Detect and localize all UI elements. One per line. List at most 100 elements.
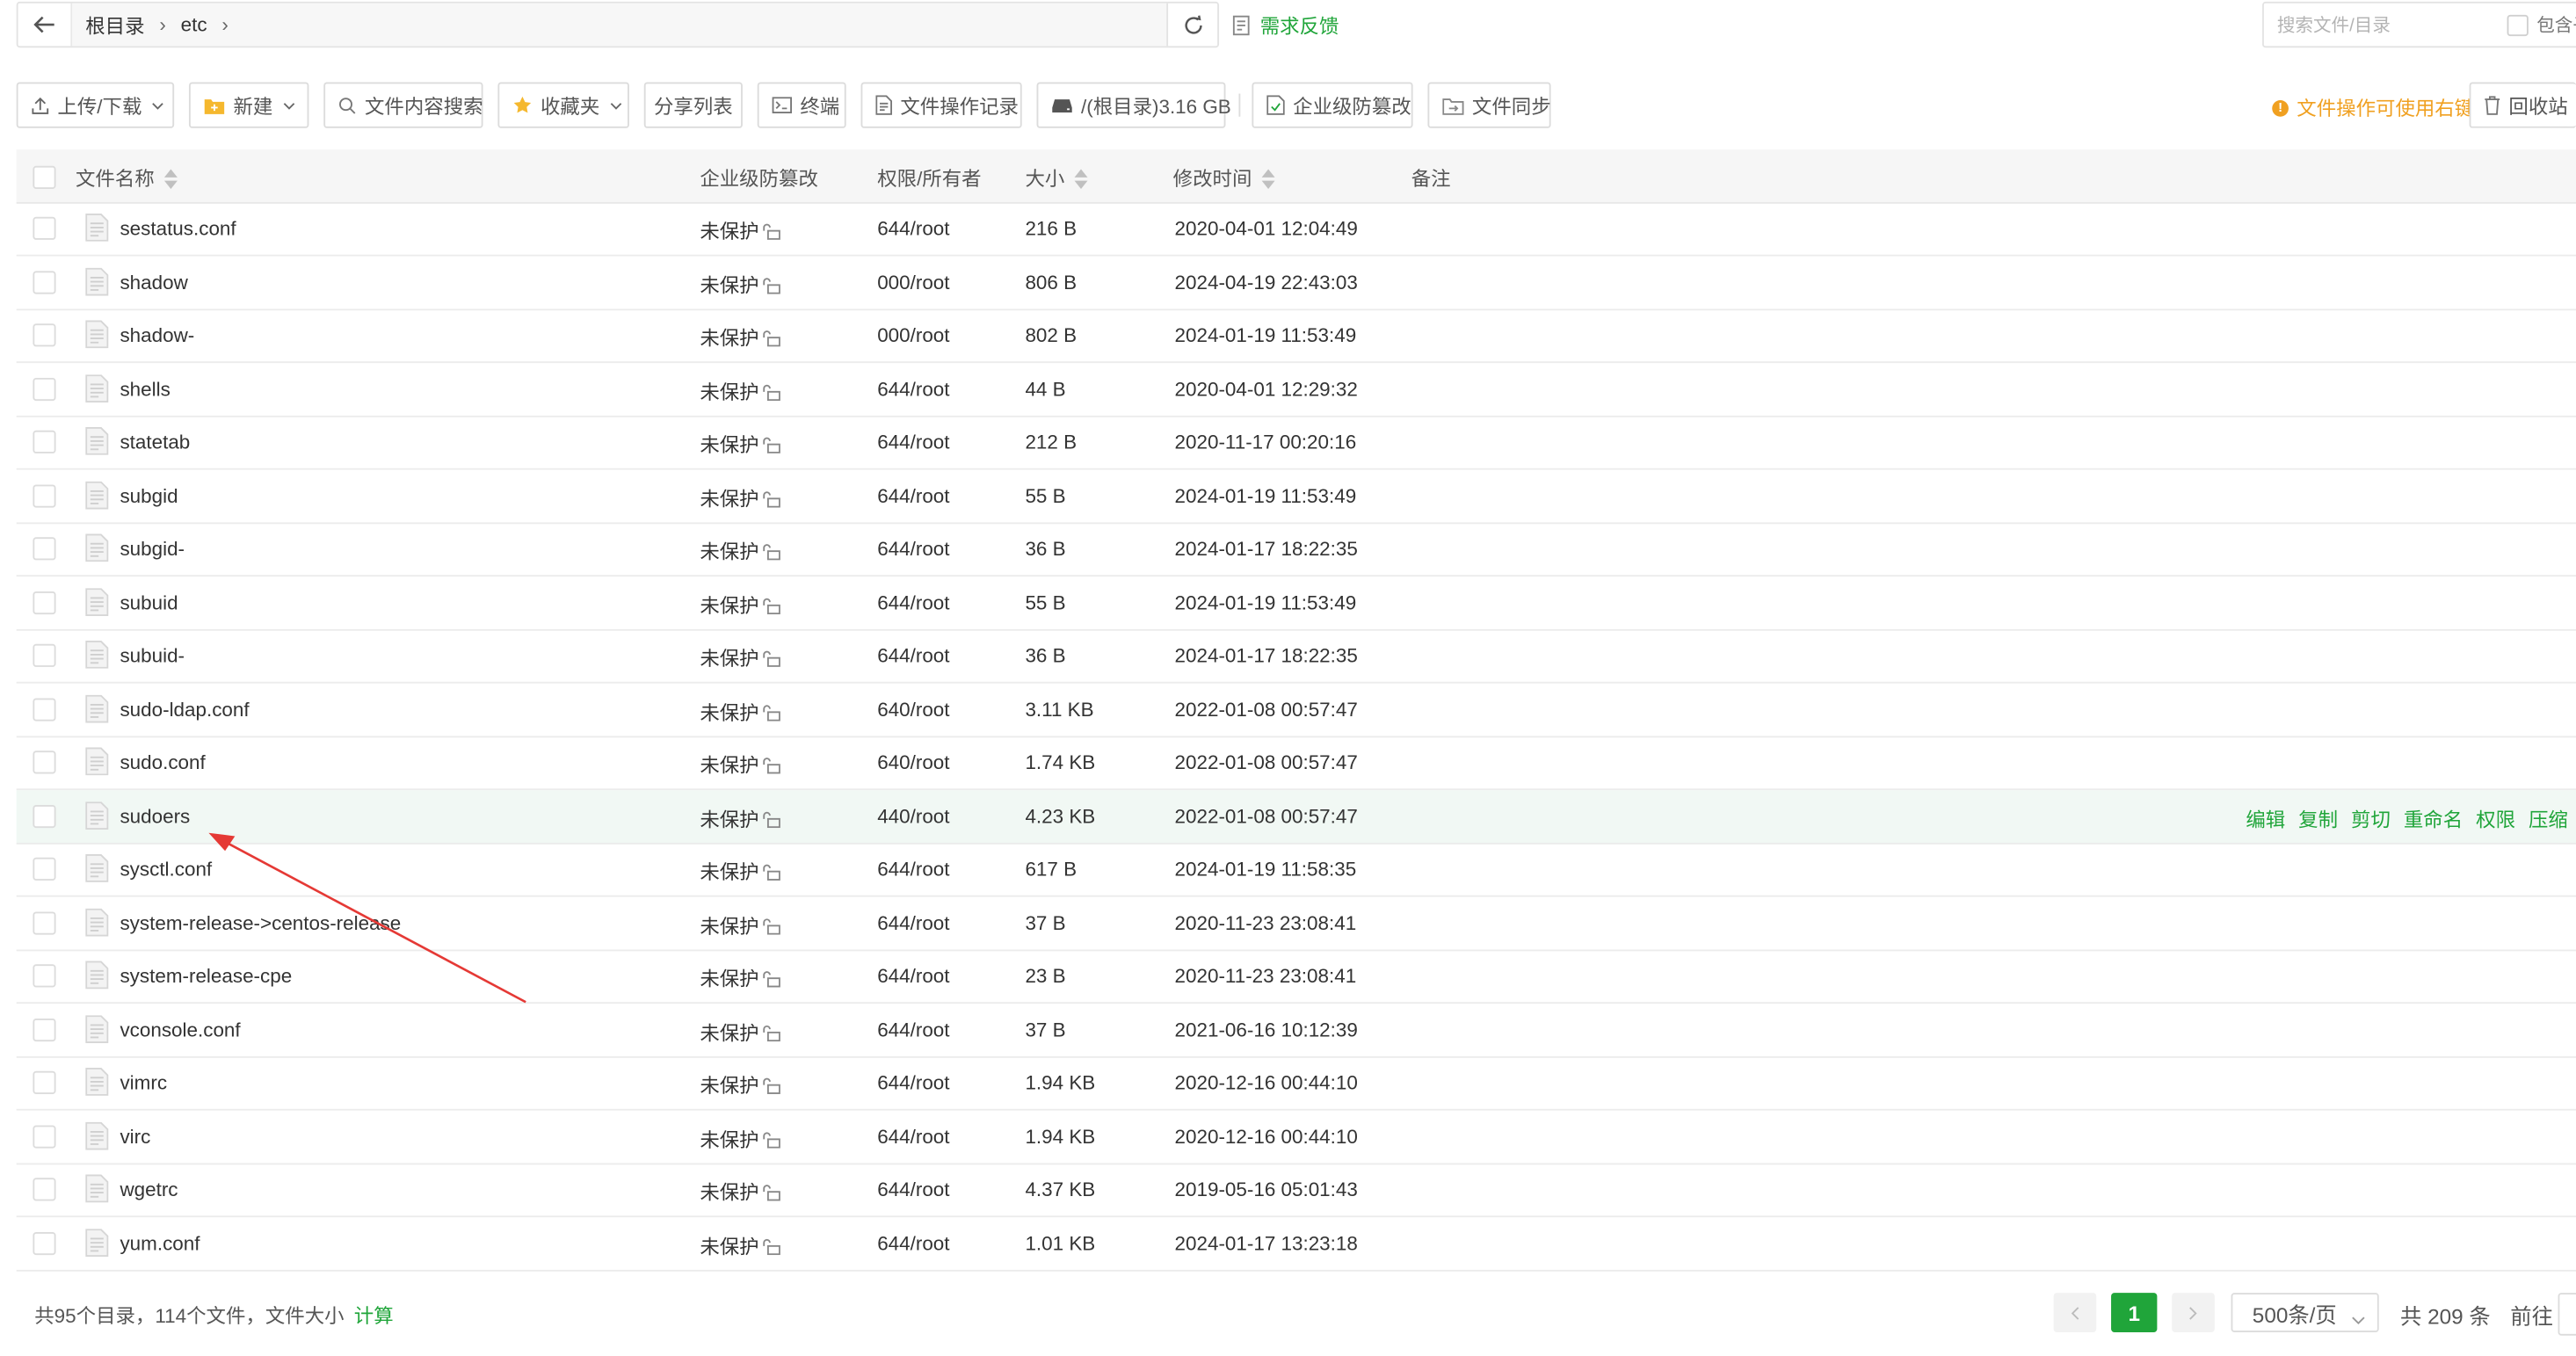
table-row[interactable]: subgid 未保护 644/root 55 B 2024-01-19 11:53:49 [16, 469, 2576, 524]
tamper-status[interactable]: 未保护 [700, 323, 780, 352]
table-row[interactable]: shadow 未保护 000/root 806 B 2024-04-19 22:43:0… [16, 256, 2576, 310]
file-name[interactable]: shells [120, 377, 170, 400]
file-name[interactable]: subuid [120, 591, 178, 613]
row-checkbox[interactable] [33, 591, 56, 614]
row-checkbox[interactable] [33, 270, 56, 294]
upload-download-button[interactable]: 上传/下载 [16, 82, 175, 128]
table-row[interactable]: yum.conf 未保护 644/root 1.01 KB 2024-01-17 13:… [16, 1216, 2576, 1271]
row-checkbox[interactable] [33, 1018, 56, 1041]
refresh-button[interactable] [1166, 3, 1217, 47]
tamper-status[interactable]: 未保护 [700, 1071, 780, 1099]
tamper-status[interactable]: 未保护 [700, 591, 780, 619]
row-action-link[interactable]: 重命名 [2404, 804, 2463, 832]
row-checkbox[interactable] [33, 323, 56, 347]
breadcrumb-root[interactable]: 根目录 [85, 11, 144, 39]
table-row[interactable]: sudo.conf 未保护 640/root 1.74 KB 2022-01-08 00… [16, 736, 2576, 791]
op-log-button[interactable]: 文件操作记录 [860, 82, 1022, 128]
table-row[interactable]: subuid- 未保护 644/root 36 B 2024-01-17 18:22:3… [16, 629, 2576, 684]
file-name[interactable]: subuid- [120, 644, 185, 667]
permission-owner[interactable]: 644/root [877, 484, 949, 507]
select-all-checkbox[interactable] [33, 165, 56, 189]
file-name[interactable]: sudo-ldap.conf [120, 698, 249, 721]
table-row[interactable]: subuid 未保护 644/root 55 B 2024-01-19 11:53:49 [16, 576, 2576, 630]
tamper-status[interactable]: 未保护 [700, 537, 780, 565]
row-action-link[interactable]: 编辑 [2246, 804, 2285, 832]
header-size[interactable]: 大小 [1025, 164, 1088, 192]
tamper-status[interactable]: 未保护 [700, 217, 780, 245]
file-name[interactable]: wgetrc [120, 1178, 178, 1200]
table-row[interactable]: vconsole.conf 未保护 644/root 37 B 2021-06-16 1… [16, 1003, 2576, 1057]
table-row[interactable]: subgid- 未保护 644/root 36 B 2024-01-17 18:22:3… [16, 522, 2576, 577]
file-name[interactable]: sudo.conf [120, 751, 205, 773]
row-checkbox[interactable] [33, 216, 56, 240]
new-button[interactable]: 新建 [188, 82, 309, 128]
table-row[interactable]: statetab 未保护 644/root 212 B 2020-11-17 00:20… [16, 416, 2576, 470]
header-name[interactable]: 文件名称 [76, 164, 178, 192]
file-name[interactable]: subgid [120, 484, 178, 507]
file-name[interactable]: system-release-cpe [120, 964, 292, 987]
permission-owner[interactable]: 644/root [877, 858, 949, 881]
permission-owner[interactable]: 644/root [877, 217, 949, 240]
file-name[interactable]: vimrc [120, 1071, 167, 1094]
row-action-link[interactable]: 权限 [2476, 804, 2515, 832]
page-size-select[interactable]: 500条/页 [2231, 1293, 2379, 1333]
row-action-link[interactable]: 复制 [2298, 804, 2338, 832]
row-action-link[interactable]: 剪切 [2351, 804, 2391, 832]
tamper-status[interactable]: 未保护 [700, 858, 780, 886]
tamper-status[interactable]: 未保护 [700, 1231, 780, 1259]
row-checkbox[interactable] [33, 537, 56, 561]
file-name[interactable]: shadow [120, 270, 187, 293]
row-checkbox[interactable] [33, 1178, 56, 1201]
tamper-status[interactable]: 未保护 [700, 698, 780, 726]
permission-owner[interactable]: 644/root [877, 1018, 949, 1041]
row-checkbox[interactable] [33, 751, 56, 774]
favorites-button[interactable]: 收藏夹 [497, 82, 629, 128]
tamper-status[interactable]: 未保护 [700, 751, 780, 779]
row-checkbox[interactable] [33, 377, 56, 401]
search-input[interactable]: 搜索文件/目录 [2264, 11, 2491, 38]
tamper-status[interactable]: 未保护 [700, 1018, 780, 1046]
row-checkbox[interactable] [33, 643, 56, 667]
recycle-bin-button[interactable]: 回收站 [2469, 82, 2576, 128]
goto-page-input[interactable] [2558, 1293, 2576, 1336]
file-name[interactable]: virc [120, 1125, 150, 1148]
tamper-status[interactable]: 未保护 [700, 644, 780, 672]
row-checkbox[interactable] [33, 857, 56, 881]
permission-owner[interactable]: 640/root [877, 751, 949, 773]
tamper-status[interactable]: 未保护 [700, 484, 780, 512]
tamper-status[interactable]: 未保护 [700, 431, 780, 459]
row-checkbox[interactable] [33, 910, 56, 934]
permission-owner[interactable]: 644/root [877, 377, 949, 400]
table-row[interactable]: virc 未保护 644/root 1.94 KB 2020-12-16 00:44:1… [16, 1110, 2576, 1164]
file-name[interactable]: vconsole.conf [120, 1018, 240, 1041]
table-row[interactable]: sudoers 未保护 440/root 4.23 KB 2022-01-08 00:5… [16, 789, 2576, 844]
tamper-status[interactable]: 未保护 [700, 377, 780, 405]
file-name[interactable]: yum.conf [120, 1231, 200, 1254]
tamper-status[interactable]: 未保护 [700, 804, 780, 832]
disk-button[interactable]: /(根目录)3.16 GB [1036, 82, 1231, 128]
permission-owner[interactable]: 644/root [877, 964, 949, 987]
tamper-status[interactable]: 未保护 [700, 1178, 780, 1206]
file-sync-button[interactable]: 文件同步 [1427, 82, 1551, 128]
table-row[interactable]: system-release->centos-release 未保护 644/roo… [16, 896, 2576, 951]
table-row[interactable]: system-release-cpe 未保护 644/root 23 B 2020-11… [16, 949, 2576, 1004]
feedback-link[interactable]: 需求反馈 [1232, 11, 1339, 40]
permission-owner[interactable]: 644/root [877, 1178, 949, 1200]
file-name[interactable]: sysctl.conf [120, 858, 212, 881]
page-1-button[interactable]: 1 [2111, 1293, 2158, 1333]
table-row[interactable]: sestatus.conf 未保护 644/root 216 B 2020-04-01 … [16, 202, 2576, 257]
tamper-status[interactable]: 未保护 [700, 964, 780, 992]
permission-owner[interactable]: 440/root [877, 804, 949, 827]
tamper-status[interactable]: 未保护 [700, 911, 780, 939]
file-name[interactable]: subgid- [120, 537, 185, 560]
back-button[interactable] [18, 3, 73, 47]
file-name[interactable]: sestatus.conf [120, 217, 236, 240]
tamper-protect-button[interactable]: 企业级防篡改 [1252, 82, 1413, 128]
row-checkbox[interactable] [33, 697, 56, 721]
file-search-box[interactable]: 搜索文件/目录 包含子 [2262, 1, 2576, 48]
permission-owner[interactable]: 644/root [877, 911, 949, 934]
permission-owner[interactable]: 640/root [877, 698, 949, 721]
header-mtime[interactable]: 修改时间 [1173, 164, 1275, 192]
next-page-button[interactable] [2172, 1293, 2215, 1333]
row-checkbox[interactable] [33, 804, 56, 828]
